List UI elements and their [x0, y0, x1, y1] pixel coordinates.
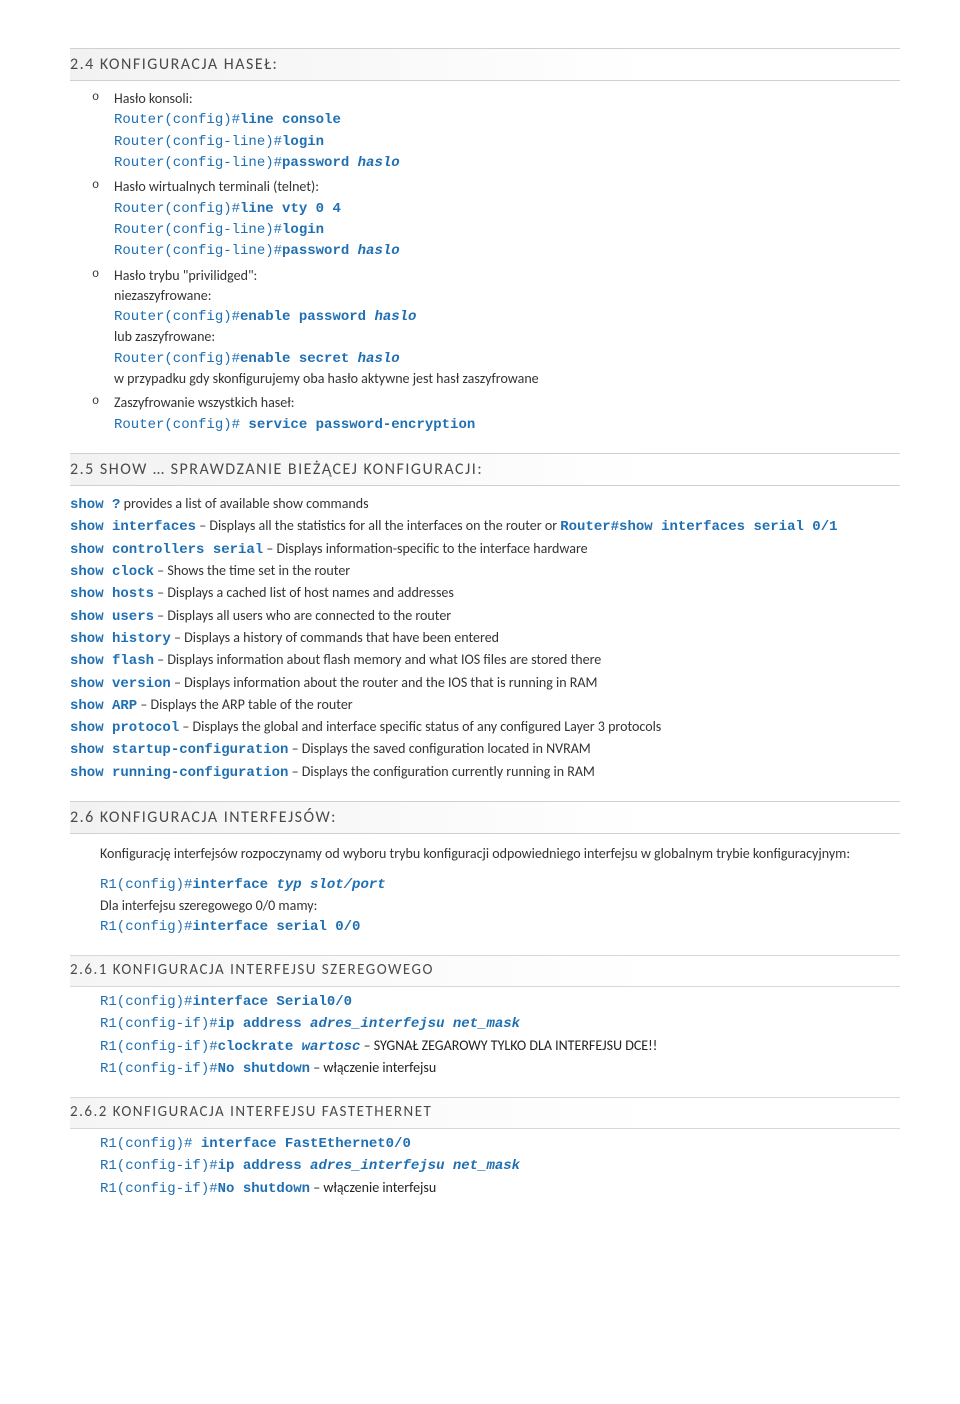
after: – włączenie interfejsu — [310, 1179, 436, 1196]
arg: haslo — [358, 243, 400, 259]
cmd: show interfaces — [70, 519, 196, 535]
cmd: show clock — [70, 564, 154, 580]
cmd: interface FastEthernet0/0 — [201, 1136, 411, 1152]
cmd: show ARP — [70, 698, 137, 714]
cmd: line console — [240, 112, 341, 128]
prompt: R1(config-if)# — [100, 1181, 218, 1197]
desc: – Displays all the statistics for all th… — [196, 517, 560, 534]
prompt: R1(config-if)# — [100, 1039, 218, 1055]
item-console-pwd: Hasło konsoli: Router(config)#line conso… — [92, 89, 900, 173]
cmd: show ? — [70, 497, 120, 513]
cmd: show controllers serial — [70, 542, 263, 558]
prompt: R1(config)# — [100, 877, 192, 893]
prompt: Router(config)# — [114, 112, 240, 128]
text: niezaszyfrowane: — [114, 287, 211, 304]
cmd: No shutdown — [218, 1061, 310, 1077]
cmd: show protocol — [70, 720, 179, 736]
desc: – Displays all users who are connected t… — [154, 607, 451, 624]
cmd: show history — [70, 631, 171, 647]
item-label: Hasło wirtualnych terminali (telnet): — [114, 178, 319, 195]
arg: adres_interfejsu net_mask — [310, 1158, 520, 1174]
prompt: R1(config-if)# — [100, 1061, 218, 1077]
cmd: service password-encryption — [248, 417, 475, 433]
cmd: show running-configuration — [70, 765, 288, 781]
prompt: Router(config-line)# — [114, 134, 282, 150]
item-label: Hasło konsoli: — [114, 90, 193, 107]
item-label: Hasło trybu "privilidged": — [114, 267, 257, 284]
block-2-6-1: R1(config)#interface Serial0/0 R1(config… — [100, 991, 900, 1079]
cmd: login — [282, 222, 324, 238]
desc: – Displays the global and interface spec… — [179, 718, 661, 735]
prompt: Router(config)# — [114, 201, 240, 217]
cmd: interface Serial0/0 — [192, 994, 352, 1010]
prompt: Router(config)# — [114, 351, 240, 367]
item-encrypt-all: Zaszyfrowanie wszystkich haseł: Router(c… — [92, 393, 900, 435]
cmd: enable password — [240, 309, 374, 325]
cmd: show flash — [70, 653, 154, 669]
heading-2-6: 2.6 KONFIGURACJA INTERFEJSÓW: — [70, 801, 900, 834]
desc: – Shows the time set in the router — [154, 562, 350, 579]
cmd: password — [282, 155, 358, 171]
arg: wartosc — [302, 1039, 361, 1055]
desc: – Displays a history of commands that ha… — [171, 629, 499, 646]
cmd: clockrate — [218, 1039, 302, 1055]
cmd: interface serial 0/0 — [192, 919, 360, 935]
item-privileged-pwd: Hasło trybu "privilidged": niezaszyfrowa… — [92, 266, 900, 390]
cmd: login — [282, 134, 324, 150]
prompt: Router(config-line)# — [114, 155, 282, 171]
cmd: show startup-configuration — [70, 742, 288, 758]
cmd: show hosts — [70, 586, 154, 602]
text: Dla interfejsu szeregowego 0/0 mamy: — [100, 897, 317, 914]
prompt: R1(config)# — [100, 994, 192, 1010]
arg: haslo — [358, 351, 400, 367]
prompt: R1(config-if)# — [100, 1016, 218, 1032]
prompt: Router(config-line)# — [114, 222, 282, 238]
text: lub zaszyfrowane: — [114, 328, 215, 345]
cmd: ip address — [218, 1016, 310, 1032]
desc: provides a list of available show comman… — [120, 495, 368, 512]
cmd: show users — [70, 609, 154, 625]
arg: adres_interfejsu net_mask — [310, 1016, 520, 1032]
arg: haslo — [358, 155, 400, 171]
prompt: Router(config)# — [114, 309, 240, 325]
cmd: interface — [192, 877, 276, 893]
heading-2-6-1: 2.6.1 KONFIGURACJA INTERFEJSU SZEREGOWEG… — [70, 955, 900, 987]
desc: – Displays information-specific to the i… — [263, 540, 587, 557]
after: – włączenie interfejsu — [310, 1059, 436, 1076]
desc: – Displays the ARP table of the router — [137, 696, 352, 713]
cmd: password — [282, 243, 358, 259]
desc: – Displays information about flash memor… — [154, 651, 601, 668]
heading-2-6-2: 2.6.2 KONFIGURACJA INTERFEJSU FASTETHERN… — [70, 1097, 900, 1129]
prompt: R1(config)# — [100, 1136, 201, 1152]
desc: – Displays the saved configuration locat… — [288, 740, 590, 757]
text: w przypadku gdy skonfigurujemy oba hasło… — [114, 370, 539, 387]
heading-2-4: 2.4 KONFIGURACJA HASEŁ: — [70, 48, 900, 81]
prompt: Router(config-line)# — [114, 243, 282, 259]
prompt: Router(config)# — [114, 417, 248, 433]
item-label: Zaszyfrowanie wszystkich haseł: — [114, 394, 294, 411]
block-2-6-2: R1(config)# interface FastEthernet0/0 R1… — [100, 1133, 900, 1199]
item-vty-pwd: Hasło wirtualnych terminali (telnet): Ro… — [92, 177, 900, 261]
desc: – Displays the configuration currently r… — [288, 763, 594, 780]
cfg-line: R1(config)#interface typ slot/port Dla i… — [100, 874, 900, 937]
tail: Router#show interfaces serial 0/1 — [560, 519, 837, 535]
heading-2-5: 2.5 SHOW … SPRAWDZANIE BIEŻĄCEJ KONFIGUR… — [70, 453, 900, 486]
cmd: ip address — [218, 1158, 310, 1174]
desc: – Displays information about the router … — [171, 674, 598, 691]
desc: – Displays a cached list of host names a… — [154, 584, 454, 601]
after: – SYGNAŁ ZEGAROWY TYLKO DLA INTERFEJSU D… — [360, 1037, 657, 1054]
prompt: R1(config-if)# — [100, 1158, 218, 1174]
cmd: line vty 0 4 — [240, 201, 341, 217]
arg: typ slot/port — [276, 877, 385, 893]
cmd: show version — [70, 676, 171, 692]
intro-2-6: Konfigurację interfejsów rozpoczynamy od… — [100, 844, 900, 864]
cmd: enable secret — [240, 351, 358, 367]
cmd: No shutdown — [218, 1181, 310, 1197]
list-2-4: Hasło konsoli: Router(config)#line conso… — [70, 89, 900, 435]
prompt: R1(config)# — [100, 919, 192, 935]
arg: haslo — [374, 309, 416, 325]
show-commands-block: show ? provides a list of available show… — [70, 494, 900, 783]
